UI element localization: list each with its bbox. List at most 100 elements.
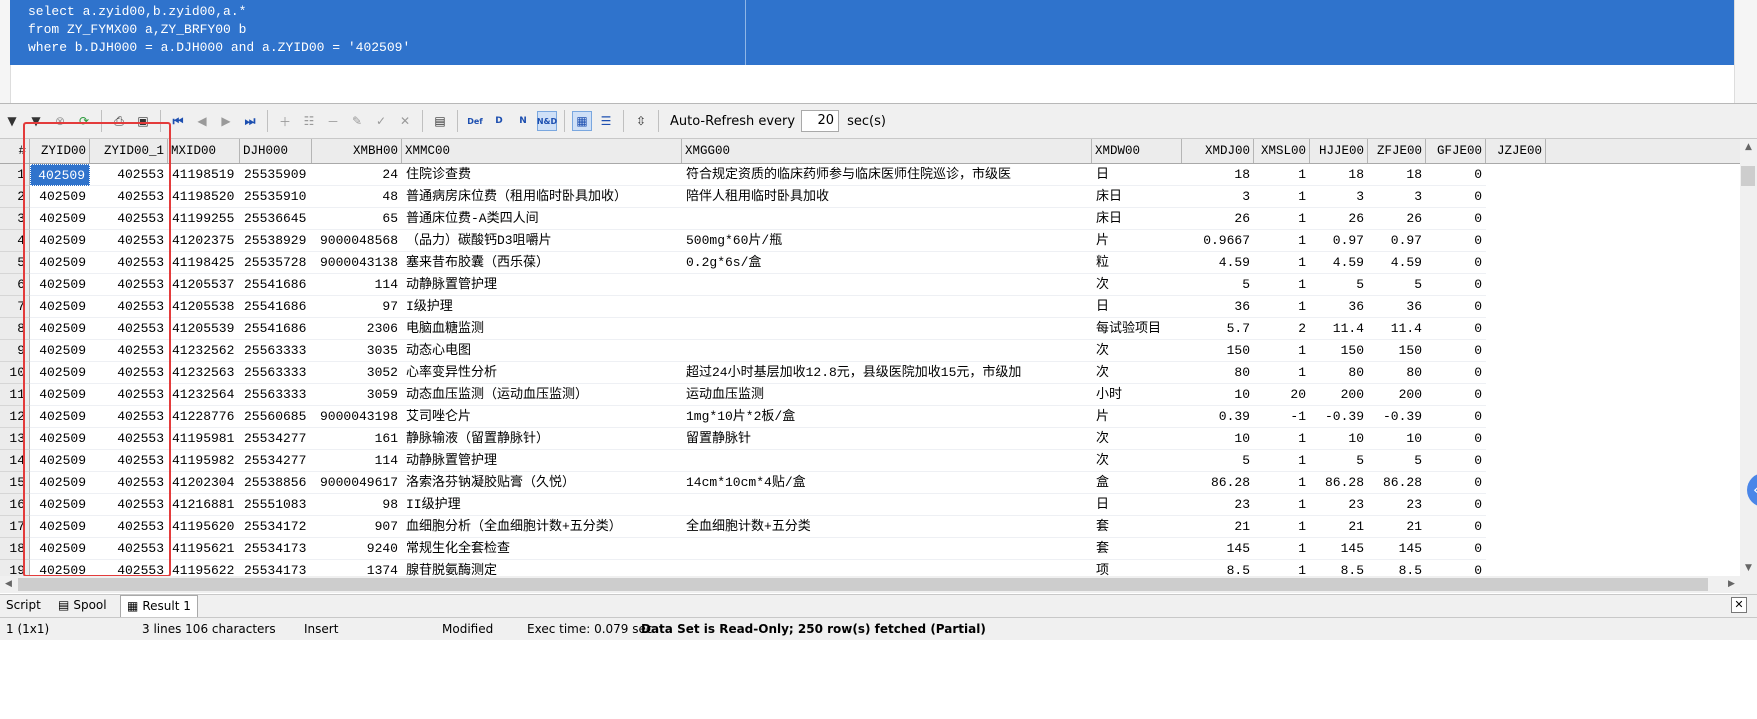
table-cell[interactable]: 402553: [90, 252, 168, 274]
column-header-zyid00_1[interactable]: ZYID00_1: [90, 139, 168, 163]
table-cell[interactable]: 套: [1092, 516, 1182, 538]
table-cell[interactable]: 5: [1368, 274, 1426, 296]
table-cell[interactable]: 0: [1426, 516, 1486, 538]
table-cell[interactable]: 41198425: [168, 252, 240, 274]
editor-scrollbar[interactable]: [1734, 0, 1757, 103]
table-row[interactable]: 18 402509 402553 41195621 25534173 9240 常规生化全套…: [0, 538, 1740, 560]
filter-icon[interactable]: ▼: [26, 111, 46, 131]
table-cell[interactable]: 粒: [1092, 252, 1182, 274]
duplicate-record-icon[interactable]: ☷: [299, 111, 319, 131]
table-cell[interactable]: 次: [1092, 450, 1182, 472]
table-cell[interactable]: 1: [1254, 538, 1310, 560]
table-cell[interactable]: 3059: [312, 384, 402, 406]
table-cell[interactable]: 25560685: [240, 406, 312, 428]
query-by-example-icon[interactable]: ▤: [430, 111, 450, 131]
close-icon[interactable]: ✕: [1731, 597, 1747, 613]
table-row[interactable]: 3 402509 402553 41199255 25536645 65 普通床位费-A类四…: [0, 208, 1740, 230]
table-cell[interactable]: 402553: [90, 318, 168, 340]
table-cell[interactable]: 0: [1426, 384, 1486, 406]
stop-icon[interactable]: ⊗: [50, 111, 70, 131]
column-header-gfje00[interactable]: GFJE00: [1426, 139, 1486, 163]
table-cell[interactable]: 艾司唑仑片: [402, 406, 682, 428]
table-cell[interactable]: 114: [312, 450, 402, 472]
table-row[interactable]: 15 402509 402553 41202304 25538856 9000049617…: [0, 472, 1740, 494]
scroll-thumb[interactable]: [18, 578, 1708, 591]
table-cell[interactable]: 0: [1426, 296, 1486, 318]
table-row[interactable]: 7 402509 402553 41205538 25541686 97 I级护理日 36 1 3…: [0, 296, 1740, 318]
table-cell[interactable]: [682, 450, 1092, 472]
table-cell[interactable]: 402553: [90, 340, 168, 362]
table-row[interactable]: 6 402509 402553 41205537 25541686 114 动静脉置管护理 次…: [0, 274, 1740, 296]
table-cell[interactable]: 402509: [30, 164, 90, 186]
table-row[interactable]: 13 402509 402553 41195981 25534277 161 静脉输液（留置…: [0, 428, 1740, 450]
table-cell[interactable]: 血细胞分析（全血细胞计数+五分类）: [402, 516, 682, 538]
refresh-icon[interactable]: ⟳: [74, 111, 94, 131]
columns-icon[interactable]: ⇳: [631, 111, 651, 131]
table-cell[interactable]: 402509: [30, 296, 90, 318]
table-cell[interactable]: 86.28: [1310, 472, 1368, 494]
first-record-icon[interactable]: ⏮: [168, 111, 188, 131]
sql-code[interactable]: select a.zyid00,b.zyid00,a.* from ZY_FYMX…: [28, 3, 410, 57]
table-cell[interactable]: 次: [1092, 340, 1182, 362]
def-button[interactable]: Def: [465, 111, 485, 131]
scroll-thumb[interactable]: [1741, 166, 1755, 186]
table-cell[interactable]: 10: [1310, 428, 1368, 450]
table-cell[interactable]: 21: [1368, 516, 1426, 538]
tab-result[interactable]: ▦ Result 1: [120, 595, 198, 617]
table-cell[interactable]: 150: [1182, 340, 1254, 362]
table-cell[interactable]: 普通床位费-A类四人间: [402, 208, 682, 230]
table-cell[interactable]: 动静脉置管护理: [402, 274, 682, 296]
table-cell[interactable]: 10: [1182, 428, 1254, 450]
table-cell[interactable]: 402509: [30, 472, 90, 494]
table-cell[interactable]: 0: [1426, 164, 1486, 186]
column-header-xmbh00[interactable]: XMBH00: [312, 139, 402, 163]
table-cell[interactable]: -1: [1254, 406, 1310, 428]
table-cell[interactable]: [682, 494, 1092, 516]
table-cell[interactable]: 402553: [90, 450, 168, 472]
table-cell[interactable]: 24: [312, 164, 402, 186]
table-cell[interactable]: 0.9667: [1182, 230, 1254, 252]
table-cell[interactable]: 2: [1254, 318, 1310, 340]
table-cell[interactable]: 402553: [90, 472, 168, 494]
table-cell[interactable]: 36: [1310, 296, 1368, 318]
table-cell[interactable]: 25538929: [240, 230, 312, 252]
table-cell[interactable]: 5: [1310, 450, 1368, 472]
table-cell[interactable]: 0.97: [1310, 230, 1368, 252]
n-button[interactable]: N: [513, 111, 533, 131]
post-record-icon[interactable]: ✓: [371, 111, 391, 131]
table-cell[interactable]: 150: [1310, 340, 1368, 362]
table-cell[interactable]: 次: [1092, 428, 1182, 450]
table-cell[interactable]: 动静脉置管护理: [402, 450, 682, 472]
table-cell[interactable]: 片: [1092, 230, 1182, 252]
table-cell[interactable]: 0: [1426, 186, 1486, 208]
table-cell[interactable]: 402553: [90, 230, 168, 252]
table-cell[interactable]: 500mg*60片/瓶: [682, 230, 1092, 252]
table-cell[interactable]: 41205538: [168, 296, 240, 318]
table-cell[interactable]: 25541686: [240, 318, 312, 340]
table-cell[interactable]: 402509: [30, 428, 90, 450]
table-cell[interactable]: 塞来昔布胶囊（西乐葆）: [402, 252, 682, 274]
table-cell[interactable]: 0: [1426, 274, 1486, 296]
filter-icon[interactable]: ▼: [2, 111, 22, 131]
table-cell[interactable]: 36: [1368, 296, 1426, 318]
table-cell[interactable]: 402553: [90, 274, 168, 296]
cancel-record-icon[interactable]: ✕: [395, 111, 415, 131]
table-cell[interactable]: 200: [1310, 384, 1368, 406]
table-cell[interactable]: 洛索洛芬钠凝胶贴膏（久悦）: [402, 472, 682, 494]
table-cell[interactable]: 402553: [90, 406, 168, 428]
table-cell[interactable]: 402509: [30, 274, 90, 296]
table-row[interactable]: 12 402509 402553 41228776 25560685 9000043198…: [0, 406, 1740, 428]
next-record-icon[interactable]: ▶: [216, 111, 236, 131]
table-cell[interactable]: 常规生化全套检查: [402, 538, 682, 560]
table-cell[interactable]: 23: [1310, 494, 1368, 516]
grid-view-icon[interactable]: ▦: [572, 111, 592, 131]
table-row[interactable]: 1 402509 402553 41198519 25535909 24 住院诊查费 符合规定…: [0, 164, 1740, 186]
table-cell[interactable]: [682, 538, 1092, 560]
table-cell[interactable]: 9000043138: [312, 252, 402, 274]
table-cell[interactable]: 0: [1426, 252, 1486, 274]
table-cell[interactable]: 26: [1182, 208, 1254, 230]
result-grid[interactable]: # ZYID00 ZYID00_1 MXID00 DJH000 XMBH00 XMMC00 X…: [0, 139, 1740, 639]
table-cell[interactable]: 48: [312, 186, 402, 208]
table-cell[interactable]: 145: [1368, 538, 1426, 560]
table-cell[interactable]: 1: [1254, 362, 1310, 384]
